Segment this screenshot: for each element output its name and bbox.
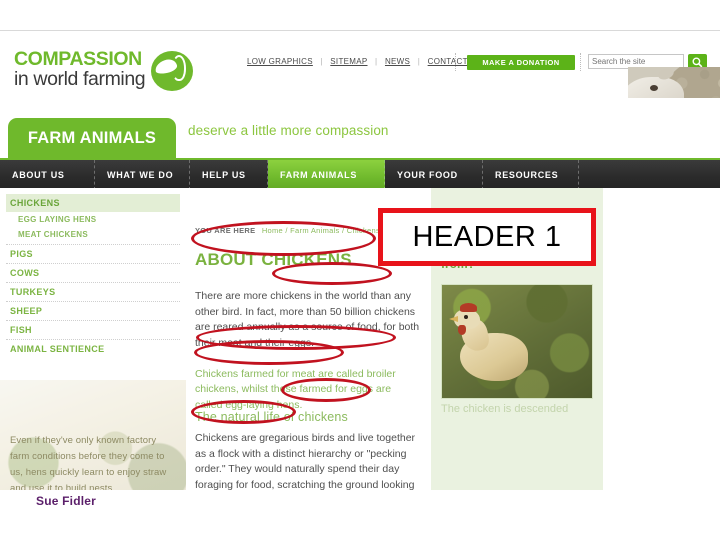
paragraph-3: Chickens are gregarious birds and live t… — [195, 432, 416, 490]
sidebar-menu: CHICKENS EGG LAYING HENS MEAT CHICKENS P… — [6, 194, 180, 358]
compassion-circle-logo-icon — [151, 51, 193, 91]
annotation-ellipse-more-chickens — [272, 262, 392, 285]
annotation-ellipse-of-chickens — [281, 378, 371, 402]
annotation-ellipse-about-chickens — [191, 221, 376, 256]
nav-item-farm-animals[interactable]: FARM ANIMALS — [268, 160, 385, 190]
sidebar-item-turkeys[interactable]: TURKEYS — [6, 283, 180, 302]
hen-eye — [464, 315, 468, 319]
sitemap-link[interactable]: SITEMAP — [330, 57, 367, 66]
header-1-annotation-box: HEADER 1 — [378, 208, 596, 266]
sheep-eye — [650, 85, 658, 91]
sidebar-item-chickens[interactable]: CHICKENS — [6, 194, 180, 212]
left-sidebar: CHICKENS EGG LAYING HENS MEAT CHICKENS P… — [0, 188, 186, 490]
slide-canvas: COMPASSION in world farming LOW GRAPHICS… — [0, 0, 720, 540]
right-panel-caption: The chicken is descended from — [441, 403, 569, 414]
nav-item-what-we-do[interactable]: WHAT WE DO — [95, 160, 190, 190]
hen-comb — [460, 303, 477, 312]
make-a-donation-button[interactable]: MAKE A DONATION — [467, 55, 575, 70]
news-link[interactable]: NEWS — [385, 57, 410, 66]
chicken-photo — [441, 284, 593, 399]
divider — [455, 53, 456, 71]
main-navigation: ABOUT US WHAT WE DO HELP US FARM ANIMALS… — [0, 158, 720, 190]
nav-item-help-us[interactable]: HELP US — [190, 160, 268, 190]
section-banner: FARM ANIMALS deserve a little more compa… — [0, 98, 720, 158]
sidebar-item-animal-sentience[interactable]: ANIMAL SENTIENCE — [6, 340, 180, 358]
website-screenshot: COMPASSION in world farming LOW GRAPHICS… — [0, 30, 720, 490]
farm-animals-banner-tab: FARM ANIMALS — [8, 118, 176, 158]
sidebar-quote: Even if they've only known factory farm … — [10, 435, 167, 490]
link-separator: | — [375, 57, 378, 66]
link-separator: | — [417, 57, 421, 66]
author-name: Sue Fidler — [36, 494, 97, 508]
utility-links: LOW GRAPHICS | SITEMAP | NEWS | CONTACT … — [246, 57, 483, 66]
sidebar-item-sheep[interactable]: SHEEP — [6, 302, 180, 321]
divider — [580, 53, 581, 71]
link-separator: | — [320, 57, 323, 66]
annotation-ellipse-chickens-are — [191, 400, 296, 424]
sidebar-item-pigs[interactable]: PIGS — [6, 245, 180, 264]
sidebar-item-fish[interactable]: FISH — [6, 321, 180, 340]
sidebar-item-meat-chickens[interactable]: MEAT CHICKENS — [6, 227, 180, 245]
nav-item-resources[interactable]: RESOURCES — [483, 160, 579, 190]
annotation-ellipse-chickens-whilst — [194, 340, 344, 365]
low-graphics-link[interactable]: LOW GRAPHICS — [247, 57, 313, 66]
nav-item-about-us[interactable]: ABOUT US — [0, 160, 95, 190]
site-logo[interactable]: COMPASSION in world farming — [14, 49, 204, 98]
header-1-annotation-label: HEADER 1 — [412, 221, 562, 253]
sidebar-item-egg-laying-hens[interactable]: EGG LAYING HENS — [6, 212, 180, 227]
hen-wattle — [458, 325, 466, 335]
page-margin — [603, 188, 720, 490]
banner-strapline: deserve a little more compassion — [188, 123, 389, 138]
nav-item-your-food[interactable]: YOUR FOOD — [385, 160, 483, 190]
sidebar-item-cows[interactable]: COWS — [6, 264, 180, 283]
utility-bar: COMPASSION in world farming LOW GRAPHICS… — [0, 30, 720, 121]
